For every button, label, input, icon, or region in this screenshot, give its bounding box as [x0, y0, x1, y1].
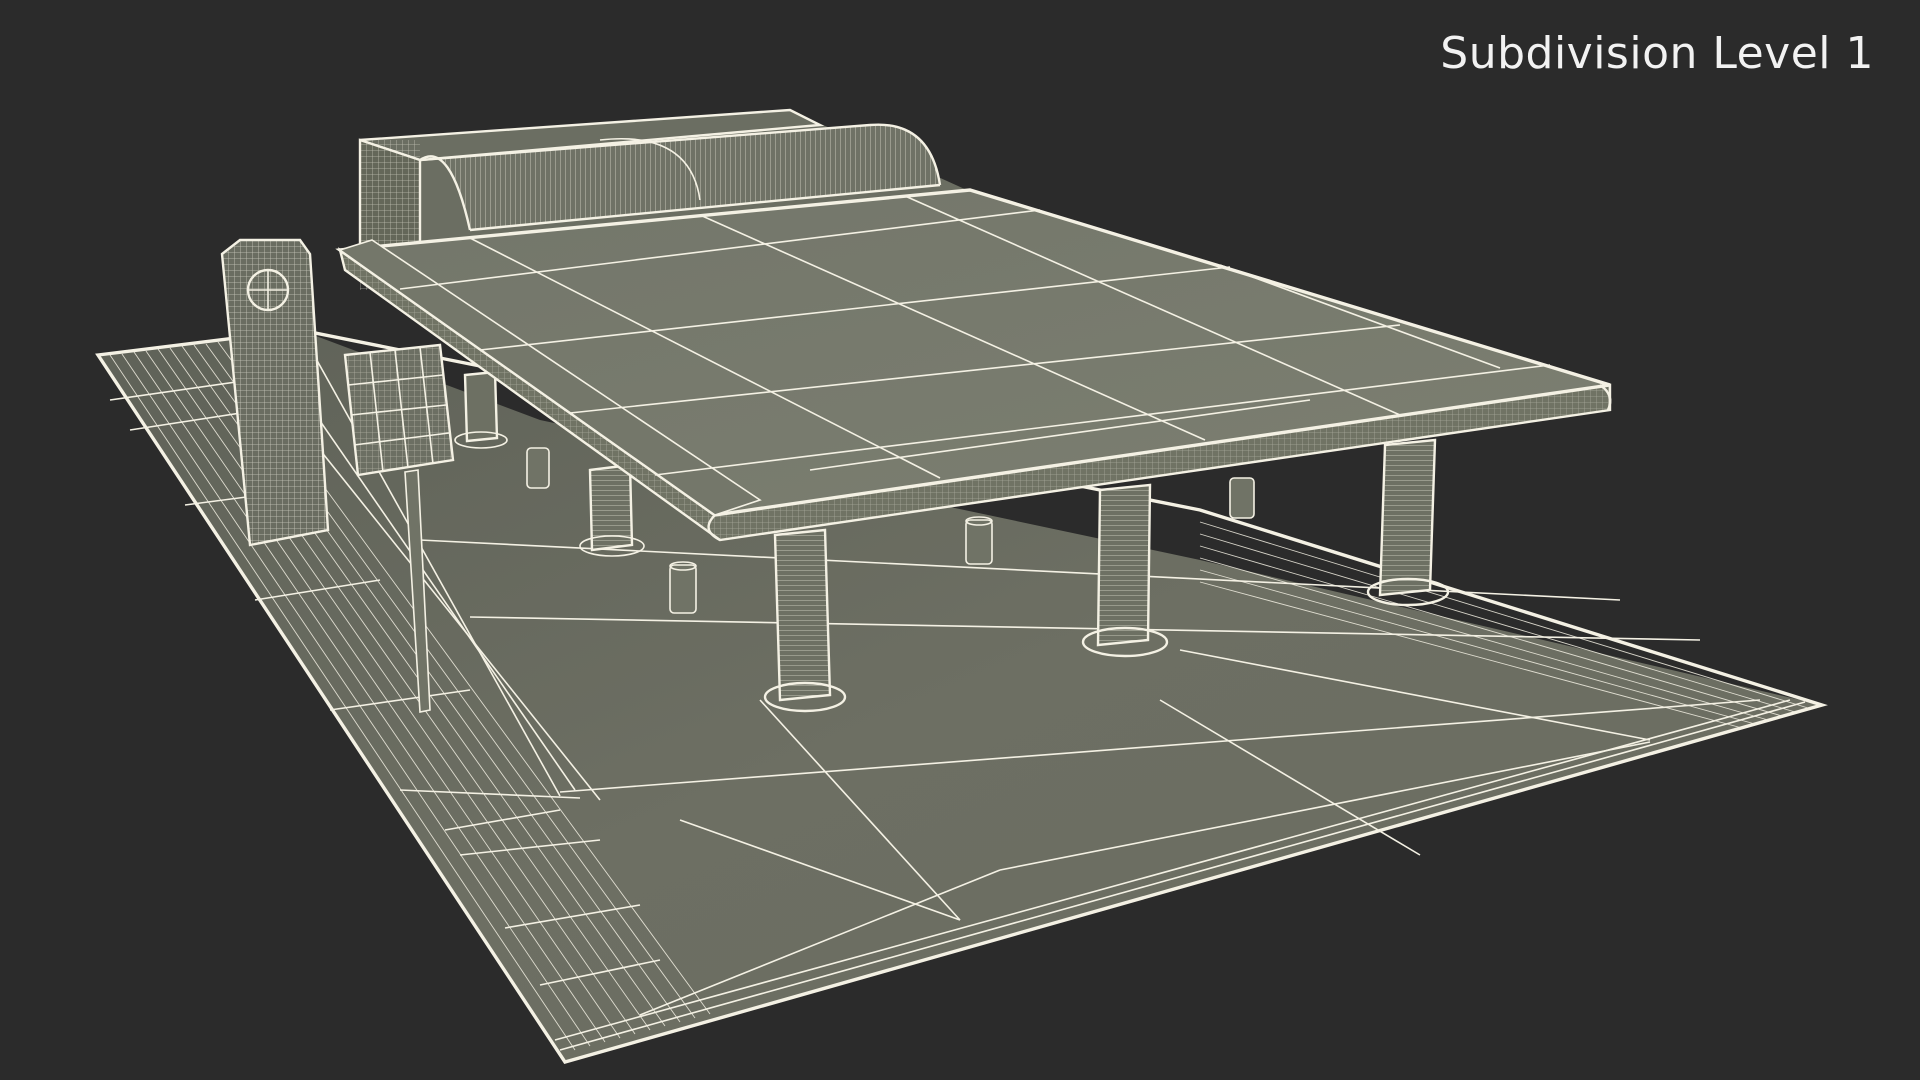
trash-bin	[526, 447, 550, 489]
gas-station-wireframe-render	[95, 108, 1828, 1064]
trash-bin	[1229, 477, 1255, 519]
subdivision-level-caption: Subdivision Level 1	[1440, 28, 1874, 79]
trash-bin	[669, 561, 697, 614]
trash-bin	[965, 516, 993, 565]
canopy-column	[1366, 438, 1450, 607]
